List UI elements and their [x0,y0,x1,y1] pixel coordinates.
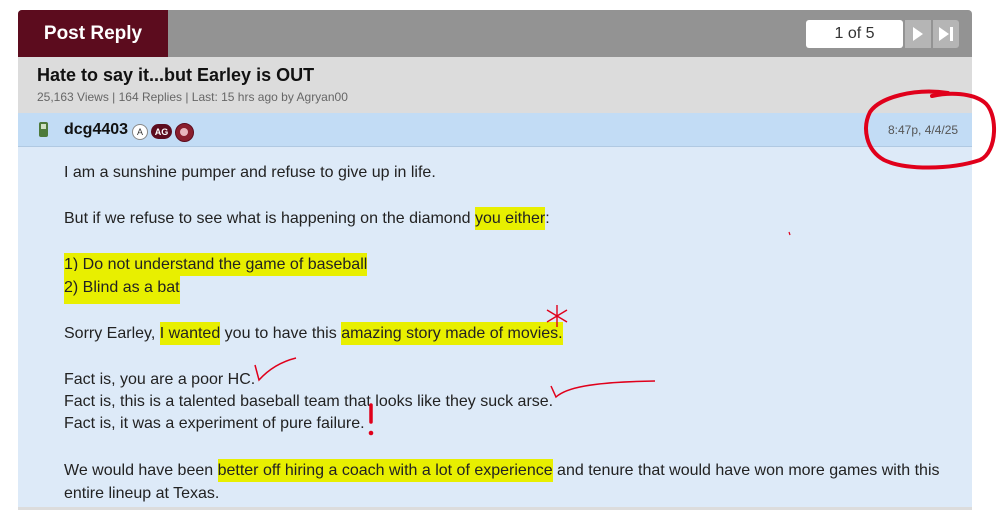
post-line-2: But if we refuse to see what is happenin… [64,207,550,230]
highlighted-text: you either [474,207,546,230]
play-icon [913,27,923,41]
thread-title: Hate to say it...but Earley is OUT [37,65,315,85]
post-body: I am a sunshine pumper and refuse to giv… [18,147,972,507]
post-header: dcg4403 A AG 8:47p, 4/4/25 [18,113,972,147]
post-line-8: Fact is, it was a experiment of pure fai… [64,415,365,432]
text-span: and tenure that would have won more game… [552,462,940,479]
thread-toolbar: Post Reply 1 of 5 [18,10,972,57]
post-line-7: Fact is, this is a talented baseball tea… [64,393,554,410]
text-span: But if we refuse to see what is happenin… [64,210,475,227]
page-indicator[interactable]: 1 of 5 [806,20,903,48]
ag-badge: AG [151,124,172,139]
highlighted-text: amazing story made of movies. [341,322,563,345]
next-page-button[interactable] [905,20,931,48]
skip-end-bar [950,27,953,41]
thread-stats: 25,163 Views | 164 Replies | Last: 15 hr… [37,90,348,104]
forum-thread-panel: Post Reply 1 of 5 Hate to say it...but E… [18,10,972,510]
last-page-button[interactable] [933,20,959,48]
post-line-4: 2) Blind as a bat [64,271,180,304]
post-reply-button[interactable]: Post Reply [18,10,168,57]
text-span: We would have been [64,462,218,479]
post-line-5: Sorry Earley, I wanted you to have this … [64,322,563,345]
text-span: : [545,210,550,227]
post-line-6: Fact is, you are a poor HC. [64,371,256,388]
skip-end-icon [939,27,949,41]
post-username[interactable]: dcg4403 [64,121,128,139]
text-span: you to have this [220,325,342,342]
highlighted-text: 2) Blind as a bat [64,271,180,304]
post-line-1: I am a sunshine pumper and refuse to giv… [64,164,436,181]
post-line-9: We would have been better off hiring a c… [64,459,940,482]
text-span: Sorry Earley, [64,325,160,342]
a-badge: A [132,124,148,140]
team-logo-icon [175,123,194,142]
post-line-10: entire lineup at Texas. [64,485,220,502]
highlighted-text: better off hiring a coach with a lot of … [217,459,553,482]
mobile-phone-icon [39,122,48,137]
post-timestamp[interactable]: 8:47p, 4/4/25 [888,123,958,137]
highlighted-text: I wanted [159,322,221,345]
